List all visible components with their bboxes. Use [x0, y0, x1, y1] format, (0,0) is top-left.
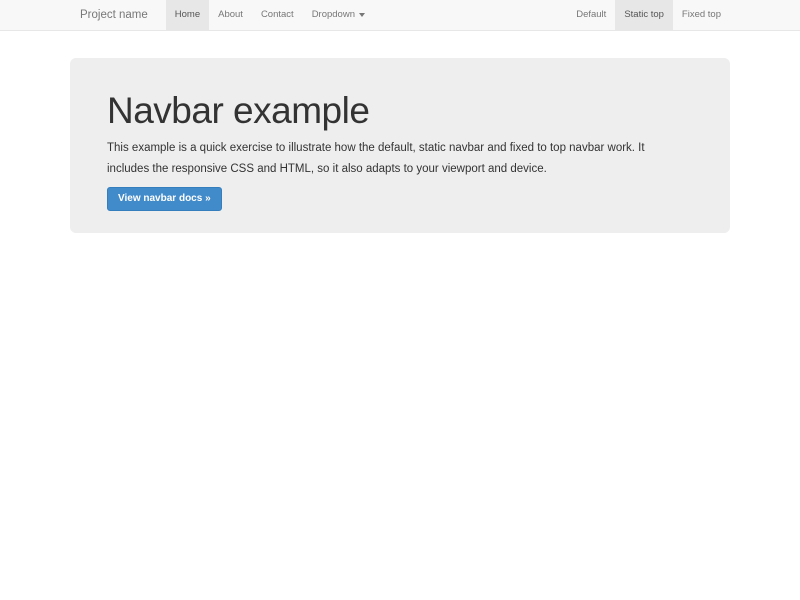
jumbotron-description: This example is a quick exercise to illu…: [107, 138, 693, 180]
navbar-item-home[interactable]: Home: [166, 0, 209, 30]
navbar-item-fixed-top[interactable]: Fixed top: [673, 0, 730, 30]
jumbotron-description-line-1: This example is a quick exercise to illu…: [107, 138, 693, 159]
navbar-item-contact[interactable]: Contact: [252, 0, 303, 30]
navbar-item-default[interactable]: Default: [567, 0, 615, 30]
caret-down-icon: [359, 13, 365, 17]
page-title: Navbar example: [107, 91, 693, 130]
navbar-item-static-top[interactable]: Static top: [615, 0, 673, 30]
jumbotron: Navbar example This example is a quick e…: [70, 58, 730, 233]
navbar-item-about[interactable]: About: [209, 0, 252, 30]
navbar-right-nav: Default Static top Fixed top: [567, 0, 730, 30]
navbar: Project name Home About Contact Dropdown…: [0, 0, 800, 31]
navbar-left-nav: Home About Contact Dropdown: [166, 0, 374, 30]
view-navbar-docs-button[interactable]: View navbar docs »: [107, 187, 222, 211]
navbar-spacer: [374, 0, 567, 30]
navbar-item-dropdown[interactable]: Dropdown: [303, 0, 374, 30]
navbar-container: Project name Home About Contact Dropdown…: [70, 0, 730, 30]
navbar-brand[interactable]: Project name: [70, 0, 158, 30]
main-container: Navbar example This example is a quick e…: [70, 58, 730, 233]
dropdown-label: Dropdown: [312, 0, 355, 30]
jumbotron-description-line-2: includes the responsive CSS and HTML, so…: [107, 159, 693, 180]
